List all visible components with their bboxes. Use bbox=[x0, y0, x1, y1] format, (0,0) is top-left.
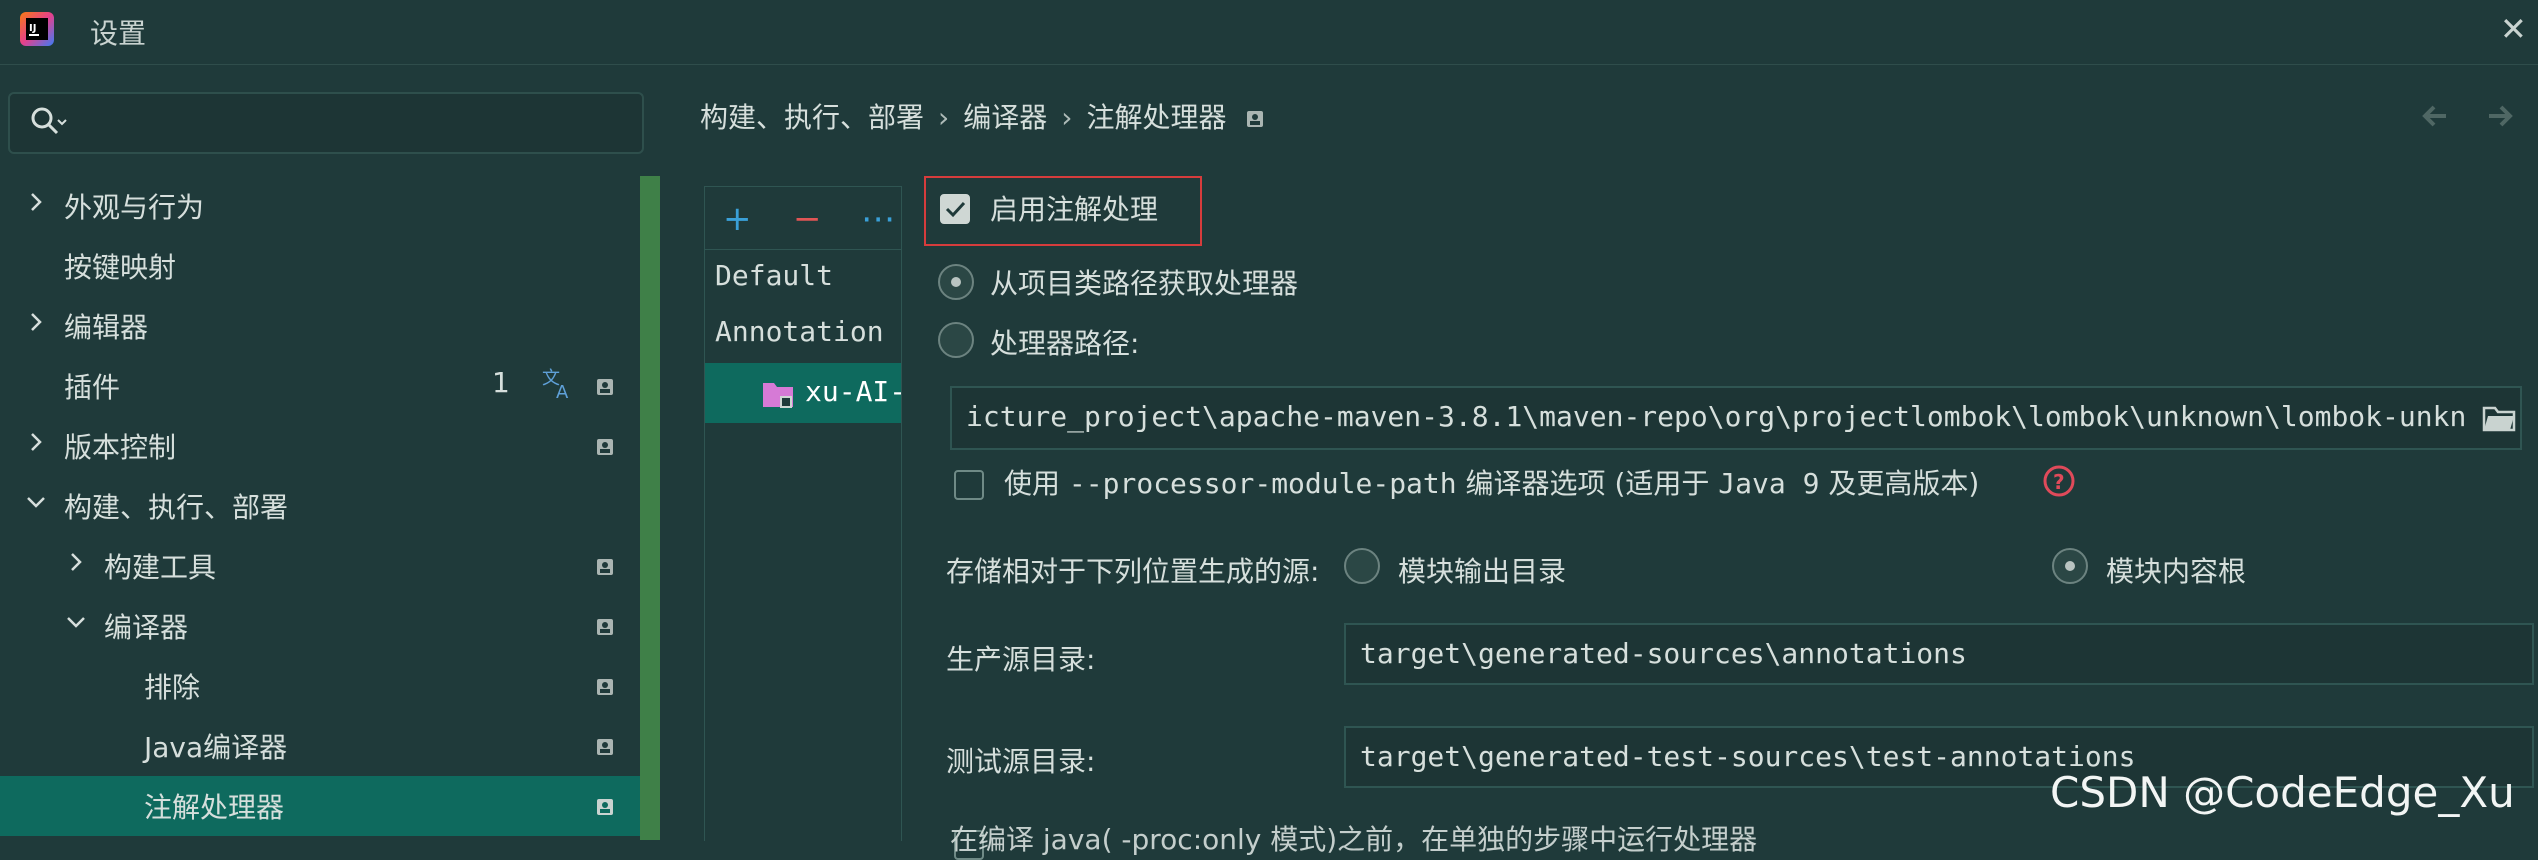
sidebar-item-label: 版本控制 bbox=[64, 431, 177, 464]
plugin-update-count: 1 bbox=[492, 366, 510, 399]
sidebar-item-java-compiler[interactable]: Java编译器 bbox=[0, 716, 640, 776]
breadcrumb-item[interactable]: 构建、执行、部署 bbox=[700, 101, 924, 134]
help-icon[interactable]: ? bbox=[2042, 464, 2076, 498]
chevron-right-icon[interactable] bbox=[24, 190, 48, 214]
svg-text:IJ: IJ bbox=[29, 23, 36, 34]
module-output-directory-label: 模块输出目录 bbox=[1398, 555, 1567, 588]
svg-text:A: A bbox=[556, 382, 569, 402]
sidebar-item-label: 按键映射 bbox=[64, 251, 177, 284]
project-level-icon bbox=[597, 379, 613, 395]
profile-default-label[interactable]: Default bbox=[715, 259, 833, 292]
breadcrumb-item: 注解处理器 bbox=[1086, 101, 1227, 134]
chevron-right-icon[interactable] bbox=[24, 430, 48, 454]
chevron-down-icon[interactable] bbox=[24, 490, 48, 514]
project-level-icon bbox=[597, 679, 613, 695]
sidebar-item-compiler[interactable]: 编译器 bbox=[0, 596, 640, 656]
checkmark-icon bbox=[945, 201, 966, 218]
sidebar-item-label: 插件 bbox=[64, 371, 121, 404]
forward-arrow-icon[interactable] bbox=[2485, 102, 2515, 130]
chevron-down-icon[interactable] bbox=[64, 610, 88, 634]
sidebar-item-build-execution-deployment[interactable]: 构建、执行、部署 bbox=[0, 476, 640, 536]
project-level-icon bbox=[1247, 111, 1264, 127]
sidebar-item-label: 编辑器 bbox=[64, 311, 149, 344]
profile-module-row[interactable]: xu-AI- bbox=[705, 363, 901, 423]
processor-path-label: 处理器路径: bbox=[990, 327, 1140, 360]
processor-path-radio[interactable] bbox=[938, 322, 974, 358]
breadcrumb: 构建、执行、部署 › 编译器 › 注解处理器 bbox=[700, 96, 1264, 136]
project-level-icon bbox=[597, 439, 613, 455]
production-sources-dir-input[interactable]: target\generated-sources\annotations bbox=[1344, 623, 2534, 685]
sidebar-item-excludes[interactable]: 排除 bbox=[0, 656, 640, 716]
profile-default-label-continued[interactable]: Annotation bbox=[715, 315, 884, 348]
sidebar-item-plugins[interactable]: 插件 1 文 A bbox=[0, 356, 640, 416]
sidebar-item-keymap[interactable]: 按键映射 bbox=[0, 236, 640, 296]
settings-tree: 外观与行为 按键映射 编辑器 插件 1 文 A 版本控制 构建、执行、部署 构建… bbox=[0, 176, 640, 840]
search-icon bbox=[31, 107, 67, 135]
test-sources-dir-label: 测试源目录: bbox=[946, 745, 1096, 778]
module-output-directory-radio[interactable] bbox=[1344, 548, 1380, 584]
project-level-icon bbox=[597, 799, 613, 815]
more-options-button[interactable]: ⋯ bbox=[861, 199, 895, 239]
settings-search-input[interactable] bbox=[8, 92, 644, 154]
processor-module-path-checkbox[interactable] bbox=[954, 470, 984, 500]
sidebar-item-label: 排除 bbox=[144, 671, 201, 704]
module-path-flag: --processor-module-path bbox=[1068, 467, 1457, 500]
chevron-right-icon[interactable] bbox=[24, 310, 48, 334]
sidebar-item-label: 外观与行为 bbox=[64, 191, 205, 224]
sidebar-item-build-tools[interactable]: 构建工具 bbox=[0, 536, 640, 596]
title-bar: IJ 设置 ✕ bbox=[0, 0, 2538, 65]
processor-module-path-label: 使用 --processor-module-path 编译器选项 (适用于 Ja… bbox=[1004, 462, 1979, 502]
production-sources-dir-label: 生产源目录: bbox=[946, 643, 1096, 676]
processor-profiles-panel: + − ⋯ Default Annotation xu-AI- bbox=[704, 186, 902, 841]
sidebar-item-label: 注解处理器 bbox=[144, 791, 285, 824]
processor-path-value: icture_project\apache-maven-3.8.1\maven-… bbox=[966, 400, 2466, 433]
remove-profile-button[interactable]: − bbox=[793, 199, 822, 239]
label-prefix: 使用 bbox=[1004, 467, 1069, 500]
browse-folder-icon[interactable] bbox=[2482, 404, 2516, 432]
add-profile-button[interactable]: + bbox=[723, 199, 752, 239]
module-name: xu-AI- bbox=[805, 375, 901, 408]
test-sources-dir-value: target\generated-test-sources\test-annot… bbox=[1360, 740, 2136, 773]
label-middle: 编译器选项 (适用于 bbox=[1456, 467, 1719, 500]
sidebar-item-label: 编译器 bbox=[104, 611, 189, 644]
sidebar-item-appearance[interactable]: 外观与行为 bbox=[0, 176, 640, 236]
sidebar-item-label: Java编译器 bbox=[144, 731, 288, 764]
sidebar-item-annotation-processors[interactable]: 注解处理器 bbox=[0, 776, 640, 836]
module-content-root-radio[interactable] bbox=[2052, 548, 2088, 584]
chevron-right-icon[interactable] bbox=[64, 550, 88, 574]
svg-text:?: ? bbox=[2053, 470, 2065, 494]
sidebar-item-label: 构建、执行、部署 bbox=[64, 491, 289, 524]
enable-annotation-processing-checkbox[interactable] bbox=[940, 194, 970, 224]
sidebar-scrollbar[interactable] bbox=[640, 176, 660, 840]
store-generated-sources-label: 存储相对于下列位置生成的源: bbox=[946, 555, 1320, 588]
close-icon[interactable]: ✕ bbox=[2500, 10, 2527, 48]
breadcrumb-item[interactable]: 编译器 bbox=[963, 101, 1047, 134]
intellij-logo-icon: IJ bbox=[20, 12, 54, 46]
module-content-root-label: 模块内容根 bbox=[2106, 555, 2247, 588]
obtain-from-classpath-radio[interactable] bbox=[938, 264, 974, 300]
processor-path-field[interactable]: icture_project\apache-maven-3.8.1\maven-… bbox=[950, 386, 2522, 450]
sidebar-item-version-control[interactable]: 版本控制 bbox=[0, 416, 640, 476]
profiles-toolbar: + − ⋯ bbox=[705, 187, 901, 250]
project-level-icon bbox=[597, 739, 613, 755]
breadcrumb-separator: › bbox=[1061, 101, 1073, 134]
module-folder-icon bbox=[763, 383, 793, 408]
project-level-icon bbox=[597, 619, 613, 635]
back-arrow-icon[interactable] bbox=[2420, 102, 2450, 130]
project-level-icon bbox=[597, 559, 613, 575]
breadcrumb-separator: › bbox=[938, 101, 950, 134]
translate-icon: 文 A bbox=[542, 368, 569, 402]
obtain-from-classpath-label: 从项目类路径获取处理器 bbox=[990, 267, 1299, 300]
production-sources-dir-value: target\generated-sources\annotations bbox=[1360, 637, 1967, 670]
enable-annotation-processing-label: 启用注解处理 bbox=[990, 193, 1159, 226]
sidebar-item-label: 构建工具 bbox=[104, 551, 217, 584]
label-suffix: 及更高版本) bbox=[1819, 467, 1980, 500]
window-title: 设置 bbox=[90, 17, 147, 50]
run-processors-separately-label: 在编译 java( -proc:only 模式)之前，在单独的步骤中运行处理器 bbox=[950, 823, 1758, 856]
java-version: Java 9 bbox=[1718, 467, 1820, 500]
sidebar-item-editor[interactable]: 编辑器 bbox=[0, 296, 640, 356]
watermark: CSDN @CodeEdge_Xu bbox=[2050, 768, 2515, 817]
